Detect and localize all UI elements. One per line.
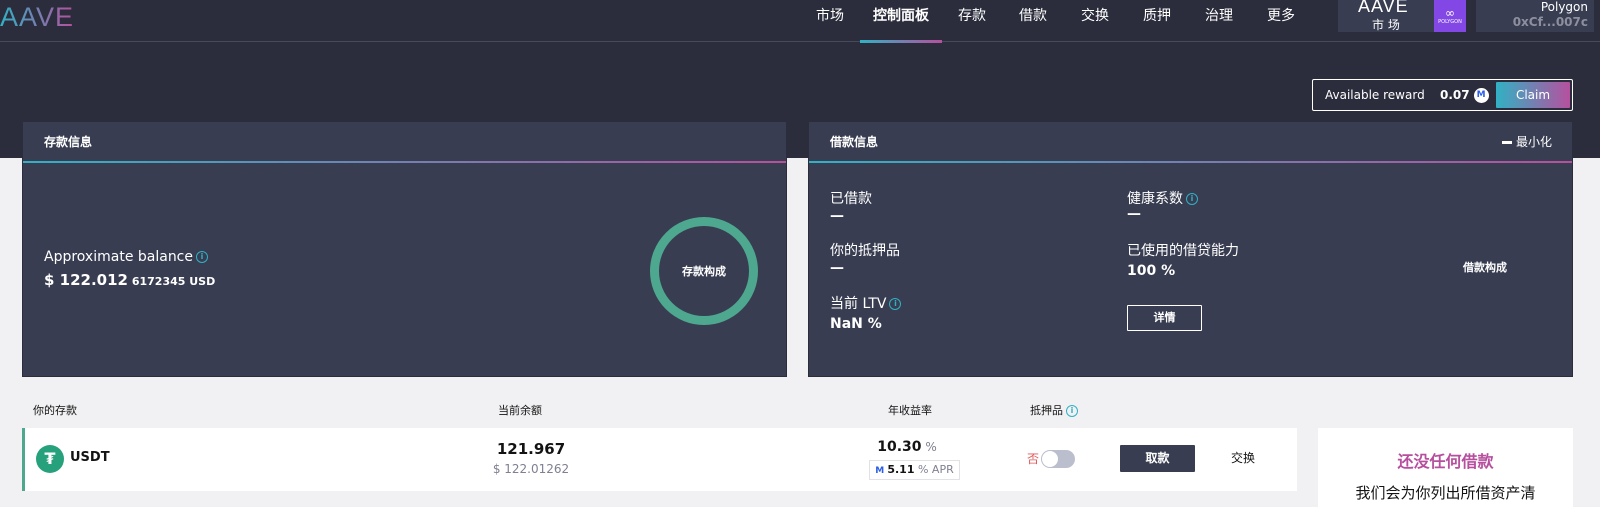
borrow-panel-header: 借款信息 最小化: [809, 122, 1572, 163]
nav-dashboard[interactable]: 控制面板: [860, 0, 942, 43]
aave-logo-text: AAVE: [0, 2, 75, 32]
nav-swap[interactable]: 交换: [1064, 0, 1126, 42]
deposit-balance: 121.967: [496, 440, 566, 458]
collateral-toggle[interactable]: [1041, 450, 1075, 468]
asset-symbol: USDT: [70, 450, 110, 465]
info-icon[interactable]: i: [889, 298, 902, 310]
used-power-value: 100 %: [1127, 263, 1176, 279]
deposit-apy: 10.30 %: [867, 439, 947, 455]
approx-balance-value: $ 122.012 6172345 USD: [44, 270, 215, 289]
deposit-composition-label: 存款构成: [682, 265, 726, 278]
reward-bar: Available reward 0.07 M Claim: [1312, 79, 1573, 111]
info-icon[interactable]: i: [196, 251, 208, 263]
reward-apr-badge: M 5.11 % APR: [869, 460, 960, 480]
wallet-network: Polygon: [1540, 0, 1588, 14]
nav-borrow[interactable]: 借款: [1002, 0, 1064, 42]
wallet-address: 0xCf...007c: [1512, 15, 1588, 29]
health-factor-text: 健康系数: [1127, 191, 1183, 207]
header-your-deposits: 你的存款: [33, 404, 77, 417]
matic-icon: M: [875, 466, 888, 476]
health-factor-label: 健康系数 i: [1127, 188, 1198, 208]
borrow-info-panel: 借款信息 最小化 已借款 — 你的抵押品 — 当前 LTV i NaN % 健康系…: [808, 121, 1573, 377]
swap-button[interactable]: 交换: [1218, 445, 1268, 472]
ltv-label-text: 当前 LTV: [830, 296, 887, 312]
top-header: AAVE 市场 控制面板 存款 借款 交换 质押 治理 更多 AAVE 市 场 ∞ POLYG…: [0, 0, 1600, 43]
header-apy: 年收益率: [888, 404, 932, 417]
borrowed-label: 已借款: [830, 191, 872, 207]
collateral-state-label: 否: [1027, 452, 1040, 466]
nav-deposit[interactable]: 存款: [942, 0, 1002, 42]
no-borrows-description: 我们会为你列出所借资产清: [1355, 484, 1536, 502]
market-label: 市 场: [1372, 18, 1400, 32]
apy-unit: %: [921, 440, 937, 454]
balance-prefix: $: [44, 271, 60, 289]
info-icon[interactable]: i: [1066, 405, 1078, 417]
health-factor-value: —: [1127, 206, 1141, 222]
ltv-label: 当前 LTV i: [830, 293, 902, 313]
wallet-button[interactable]: Polygon 0xCf...007c: [1476, 0, 1594, 32]
approx-balance-label: Approximate balance i: [44, 249, 208, 265]
reward-apr-value: 5.11: [887, 463, 915, 476]
borrowed-value: —: [830, 208, 844, 224]
polygon-icon: ∞: [1445, 5, 1455, 20]
nav-markets[interactable]: 市场: [800, 0, 860, 42]
header-collateral: 抵押品 i: [1030, 402, 1078, 418]
toggle-knob: [1042, 451, 1058, 467]
withdraw-button[interactable]: 取款: [1120, 445, 1195, 472]
market-aave-logo: AAVE: [1358, 0, 1409, 16]
table-row[interactable]: ₮ USDT 121.967 $ 122.01262 10.30 % M 5.1…: [22, 428, 1297, 491]
used-power-label: 已使用的借贷能力: [1127, 243, 1239, 259]
balance-main: 122.012: [59, 271, 128, 289]
deposit-info-panel: 存款信息 Approximate balance i $ 122.012 6172…: [22, 121, 787, 377]
deposit-balance-usd: $ 122.01262: [492, 462, 570, 476]
deposit-panel-title: 存款信息: [23, 122, 786, 163]
claim-button[interactable]: Claim: [1496, 82, 1570, 108]
nav-more[interactable]: 更多: [1250, 0, 1312, 42]
matic-icon: M: [1473, 87, 1489, 103]
minimize-icon: [1501, 141, 1512, 144]
apy-value: 10.30: [877, 439, 922, 455]
aave-logo[interactable]: AAVE: [0, 2, 74, 33]
details-button[interactable]: 详情: [1127, 305, 1202, 331]
balance-rest: 6172345 USD: [128, 275, 216, 288]
reward-apr-unit: % APR: [914, 463, 954, 476]
header-current-balance: 当前余额: [498, 404, 542, 417]
header-collateral-text: 抵押品: [1030, 404, 1063, 417]
borrow-panel-title: 借款信息: [830, 135, 879, 149]
approx-balance-text: Approximate balance: [44, 249, 193, 265]
polygon-badge: ∞ POLYGON: [1434, 0, 1466, 32]
collateral-value: —: [830, 260, 844, 276]
minimize-button[interactable]: 最小化: [1501, 122, 1552, 162]
borrow-composition-label: 借款构成: [1463, 261, 1507, 274]
ltv-value: NaN %: [830, 316, 882, 332]
nav-stake[interactable]: 质押: [1126, 0, 1188, 42]
nav-governance[interactable]: 治理: [1188, 0, 1250, 42]
no-borrows-card: 还没任何借款 我们会为你列出所借资产清: [1318, 428, 1573, 507]
info-icon[interactable]: i: [1186, 193, 1198, 205]
deposit-composition-donut: 存款构成: [650, 217, 758, 325]
minimize-label: 最小化: [1515, 135, 1552, 149]
reward-value: 0.07: [1440, 88, 1470, 102]
market-selector[interactable]: AAVE 市 场 ∞ POLYGON: [1338, 0, 1466, 32]
usdt-icon: ₮: [36, 445, 64, 473]
main-nav: 市场 控制面板 存款 借款 交换 质押 治理 更多: [800, 0, 1312, 43]
no-borrows-title: 还没任何借款: [1397, 452, 1494, 471]
collateral-label: 你的抵押品: [830, 243, 900, 259]
reward-label: Available reward: [1325, 88, 1425, 102]
polygon-badge-text: POLYGON: [1438, 18, 1462, 25]
